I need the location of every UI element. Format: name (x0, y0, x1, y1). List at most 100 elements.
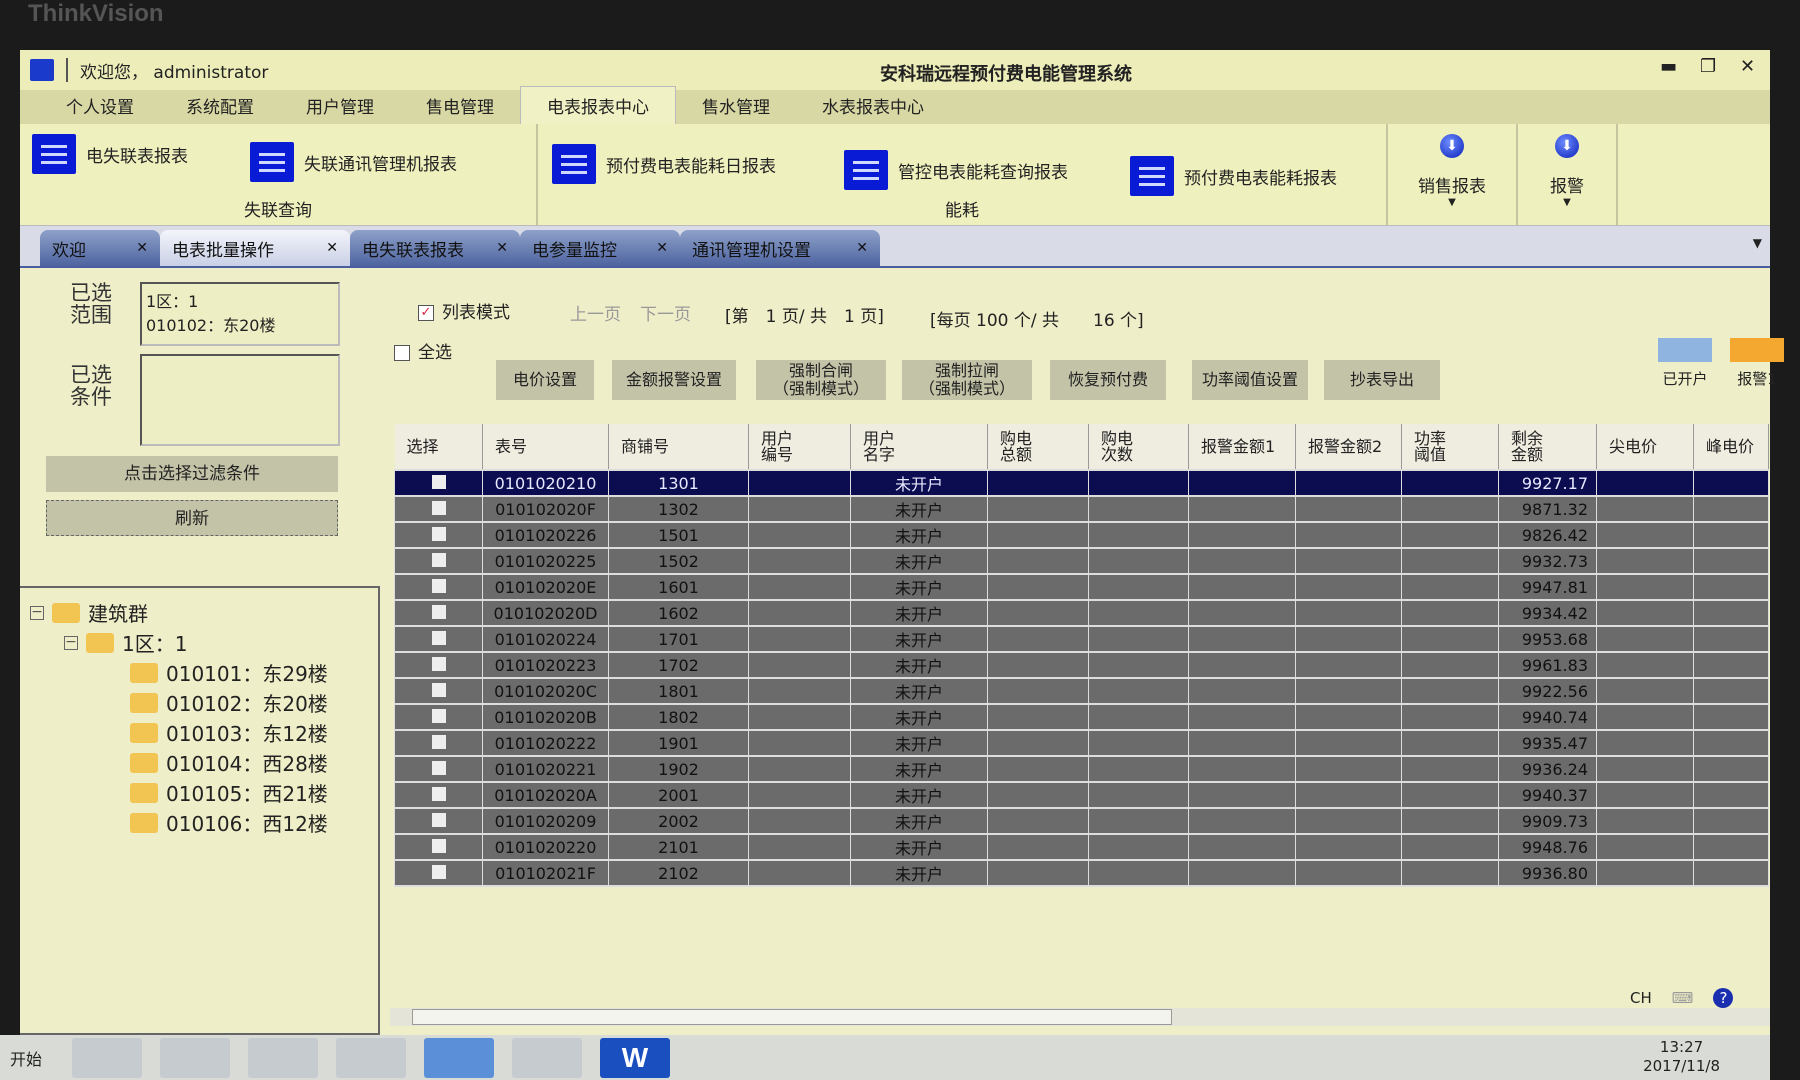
refresh-button[interactable]: 刷新 (46, 500, 338, 536)
table-row[interactable]: 0101020221 1902 未开户 9936.24 (394, 755, 1769, 783)
minimize-button[interactable]: ▬ (1660, 56, 1677, 77)
table-row[interactable]: 010102020B 1802 未开户 9940.74 (394, 703, 1769, 731)
select-checkbox-cell[interactable] (394, 547, 483, 575)
table-row[interactable]: 0101020223 1702 未开户 9961.83 (394, 651, 1769, 679)
table-row[interactable]: 0101020220 2101 未开户 9948.76 (394, 833, 1769, 861)
row-checkbox[interactable] (431, 838, 446, 853)
prepaid-daily-report-button[interactable]: 预付费电表能耗日报表 (552, 144, 776, 184)
doc-tab[interactable]: 电失联表报表 ✕ (350, 230, 520, 266)
tree-building[interactable]: 010102：东20楼 (130, 688, 328, 717)
close-tab-icon[interactable]: ✕ (496, 240, 508, 256)
table-row[interactable]: 0101020222 1901 未开户 9935.47 (394, 729, 1769, 757)
doc-tab[interactable]: 通讯管理机设置 ✕ (680, 230, 880, 266)
prepaid-energy-report-button[interactable]: 预付费电表能耗报表 (1130, 156, 1337, 196)
controlled-query-report-button[interactable]: 管控电表能耗查询报表 (844, 150, 1068, 190)
select-checkbox-cell[interactable] (394, 469, 483, 497)
restore-button[interactable]: ❐ (1700, 56, 1716, 77)
column-header[interactable]: 表号 (482, 424, 609, 470)
select-checkbox-cell[interactable] (394, 573, 483, 601)
row-checkbox[interactable] (431, 500, 446, 515)
doc-tab[interactable]: 电参量监控 ✕ (520, 230, 680, 266)
lost-meter-report-button[interactable]: 电失联表报表 (32, 134, 188, 174)
action-button[interactable]: 强制拉闸 （强制模式） (902, 360, 1032, 400)
taskbar-app-active[interactable] (424, 1037, 495, 1078)
row-checkbox[interactable] (431, 786, 446, 801)
tree-zone[interactable]: −1区：1 (64, 628, 187, 657)
table-row[interactable]: 0101020226 1501 未开户 9826.42 (394, 521, 1769, 549)
row-checkbox[interactable] (431, 656, 446, 671)
start-button[interactable]: 开始 (10, 1046, 42, 1070)
list-mode-checkbox[interactable]: ✓ 列表模式 (418, 298, 510, 323)
action-button[interactable]: 功率阈值设置 (1192, 360, 1308, 400)
doc-tab[interactable]: 欢迎 ✕ (40, 230, 160, 266)
doc-tab[interactable]: 电表批量操作 ✕ (160, 230, 350, 266)
alarm-button[interactable]: ⬇ 报警 ▼ (1518, 124, 1618, 225)
horizontal-scrollbar[interactable] (390, 1008, 1770, 1026)
select-checkbox-cell[interactable] (394, 807, 483, 835)
ime-indicator[interactable]: CH (1630, 989, 1652, 1007)
row-checkbox[interactable] (431, 474, 446, 489)
taskbar-app[interactable] (72, 1037, 143, 1078)
table-row[interactable]: 010102021F 2102 未开户 9936.80 (394, 859, 1769, 887)
tree-building[interactable]: 010101：东29楼 (130, 658, 328, 687)
column-header[interactable]: 商铺号 (608, 424, 749, 470)
menu-tab[interactable]: 用户管理 (280, 87, 400, 124)
row-checkbox[interactable] (431, 604, 446, 619)
column-header[interactable]: 购电总额 (987, 424, 1089, 470)
tree-root[interactable]: − 建筑群 (30, 598, 148, 627)
prev-page-link[interactable]: 上一页 (570, 300, 621, 325)
action-button[interactable]: 强制合闸 （强制模式） (756, 360, 886, 400)
close-tab-icon[interactable]: ✕ (856, 240, 868, 256)
next-page-link[interactable]: 下一页 (640, 300, 691, 325)
close-button[interactable]: ✕ (1740, 56, 1755, 77)
row-checkbox[interactable] (431, 734, 446, 749)
select-checkbox-cell[interactable] (394, 495, 483, 523)
select-checkbox-cell[interactable] (394, 703, 483, 731)
row-checkbox[interactable] (431, 864, 446, 879)
action-button[interactable]: 抄表导出 (1324, 360, 1440, 400)
table-row[interactable]: 0101020225 1502 未开户 9932.73 (394, 547, 1769, 575)
select-checkbox-cell[interactable] (394, 677, 483, 705)
filter-button[interactable]: 点击选择过滤条件 (46, 456, 338, 492)
table-row[interactable]: 010102020A 2001 未开户 9940.37 (394, 781, 1769, 809)
close-tab-icon[interactable]: ✕ (656, 240, 668, 256)
column-header[interactable]: 用户名字 (850, 424, 988, 470)
menu-tab[interactable]: 系统配置 (160, 87, 280, 124)
select-checkbox-cell[interactable] (394, 521, 483, 549)
tree-building[interactable]: 010104：西28楼 (130, 748, 328, 777)
menu-tab[interactable]: 售电管理 (400, 87, 520, 124)
menu-tab[interactable]: 个人设置 (40, 87, 160, 124)
table-row[interactable]: 0101020224 1701 未开户 9953.68 (394, 625, 1769, 653)
taskbar-app[interactable] (336, 1037, 407, 1078)
column-header[interactable]: 剩余金额 (1498, 424, 1597, 470)
select-checkbox-cell[interactable] (394, 833, 483, 861)
lost-comm-report-button[interactable]: 失联通讯管理机报表 (250, 142, 457, 182)
select-checkbox-cell[interactable] (394, 651, 483, 679)
taskbar-app[interactable] (248, 1037, 319, 1078)
table-row[interactable]: 010102020E 1601 未开户 9947.81 (394, 573, 1769, 601)
table-row[interactable]: 0101020210 1301 未开户 9927.17 (394, 469, 1769, 497)
column-header[interactable]: 用户编号 (748, 424, 851, 470)
column-header[interactable]: 尖电价 (1596, 424, 1694, 470)
tree-building[interactable]: 010103：东12楼 (130, 718, 328, 747)
select-checkbox-cell[interactable] (394, 755, 483, 783)
close-tab-icon[interactable]: ✕ (136, 240, 148, 256)
row-checkbox[interactable] (431, 708, 446, 723)
table-row[interactable]: 010102020F 1302 未开户 9871.32 (394, 495, 1769, 523)
select-checkbox-cell[interactable] (394, 859, 483, 887)
keyboard-icon[interactable]: ⌨ (1672, 989, 1694, 1007)
row-checkbox[interactable] (431, 552, 446, 567)
sales-report-button[interactable]: ⬇ 销售报表 ▼ (1388, 124, 1518, 225)
taskbar-app[interactable] (512, 1037, 583, 1078)
tabs-dropdown-icon[interactable]: ▼ (1753, 236, 1762, 250)
tree-building[interactable]: 010105：西21楼 (130, 778, 328, 807)
row-checkbox[interactable] (431, 812, 446, 827)
select-checkbox-cell[interactable] (394, 599, 483, 627)
menu-tab[interactable]: 水表报表中心 (796, 87, 950, 124)
column-header[interactable]: 报警金额2 (1295, 424, 1402, 470)
action-button[interactable]: 电价设置 (496, 360, 594, 400)
scroll-thumb[interactable] (412, 1009, 1172, 1025)
table-row[interactable]: 010102020C 1801 未开户 9922.56 (394, 677, 1769, 705)
row-checkbox[interactable] (431, 682, 446, 697)
help-icon[interactable]: ? (1713, 988, 1734, 1008)
